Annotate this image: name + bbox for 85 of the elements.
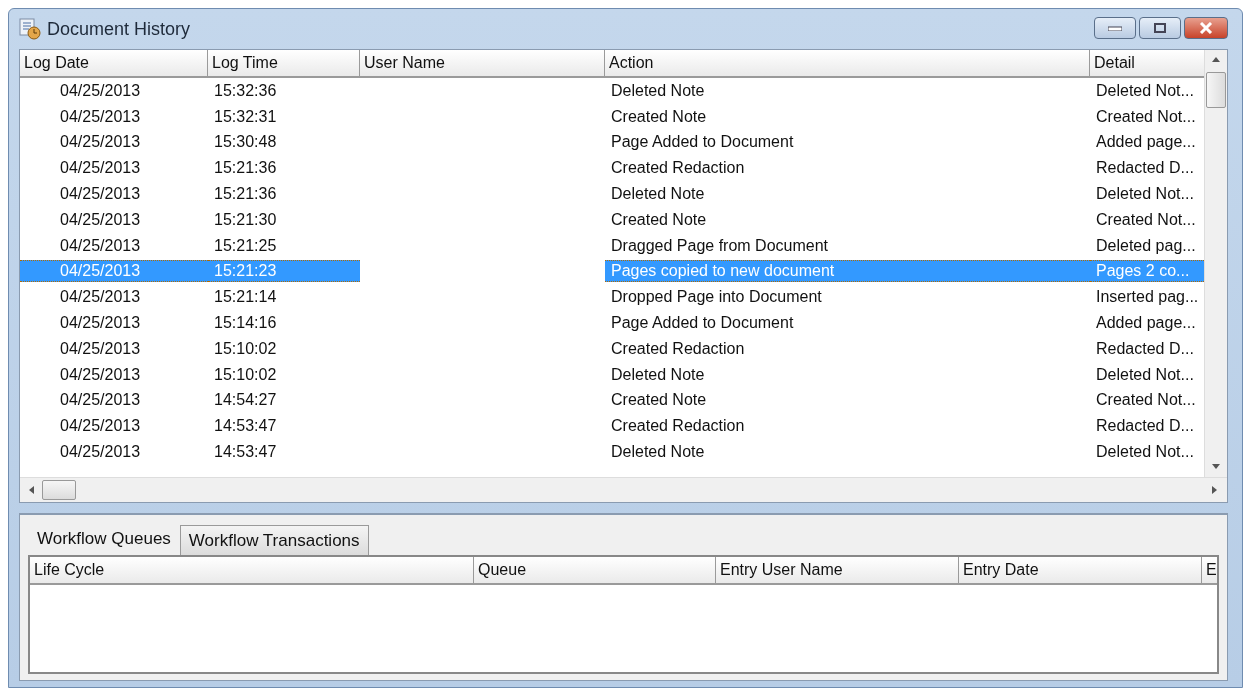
detail-cell-text: Deleted Not... <box>1095 364 1195 385</box>
horizontal-scrollbar[interactable] <box>20 477 1227 502</box>
date-cell-text: 04/25/2013 <box>59 158 142 179</box>
action-cell-text: Dropped Page into Document <box>610 287 823 308</box>
date-cell-text: 04/25/2013 <box>59 390 142 411</box>
document-clock-icon <box>19 18 41 40</box>
date-cell-text: 04/25/2013 <box>59 442 142 463</box>
detail-cell-text: Redacted D... <box>1095 158 1195 179</box>
time-cell-text: 15:14:16 <box>213 313 278 334</box>
action-cell-text: Page Added to Document <box>610 132 795 153</box>
column-header[interactable]: Entry User Name <box>716 557 959 585</box>
column-header[interactable]: Entry Date <box>959 557 1202 585</box>
column-header[interactable]: User Name <box>360 50 605 78</box>
action-cell-text: Dragged Page from Document <box>610 235 829 256</box>
detail-cell-text: Added page... <box>1095 132 1197 153</box>
detail-cell-text: Deleted pag... <box>1095 235 1197 256</box>
date-cell-text: 04/25/2013 <box>59 209 142 230</box>
action-cell-text: Created Note <box>610 106 708 127</box>
action-cell-text: Created Redaction <box>610 158 746 179</box>
column-header[interactable]: Life Cycle <box>30 557 474 585</box>
action-cell-text: Created Redaction <box>610 338 746 359</box>
detail-cell-text: Added page... <box>1095 313 1197 334</box>
detail-cell-text: Redacted D... <box>1095 338 1195 359</box>
detail-cell-text: Deleted Not... <box>1095 80 1195 101</box>
time-cell-text: 15:21:25 <box>213 235 278 256</box>
minimize-icon <box>1108 25 1122 31</box>
scroll-thumb[interactable] <box>1206 72 1226 108</box>
time-cell-text: 15:32:31 <box>213 106 278 127</box>
detail-cell: Pages 2 co... <box>1090 260 1204 283</box>
date-cell-text: 04/25/2013 <box>59 184 142 205</box>
time-cell-text: 14:54:27 <box>213 390 278 411</box>
scroll-down-icon[interactable] <box>1212 463 1220 471</box>
action-cell-text: Page Added to Document <box>610 313 795 334</box>
time-cell-text: 15:10:02 <box>213 338 278 359</box>
column-header[interactable]: Queue <box>474 557 716 585</box>
date-cell-text: 04/25/2013 <box>59 313 142 334</box>
maximize-button[interactable] <box>1139 17 1181 39</box>
time-cell-text: 15:21:30 <box>213 209 278 230</box>
time-cell-text: 15:10:02 <box>213 364 278 385</box>
vertical-scrollbar[interactable] <box>1204 50 1227 477</box>
action-cell-text: Created Note <box>610 209 708 230</box>
detail-cell-text: Created Not... <box>1095 390 1197 411</box>
column-header[interactable]: Log Time <box>208 50 360 78</box>
time-cell: 15:21:23 <box>208 260 360 283</box>
time-cell-text: 15:32:36 <box>213 80 278 101</box>
time-cell-text: 15:21:36 <box>213 184 278 205</box>
detail-cell-text: Inserted pag... <box>1095 287 1200 308</box>
date-cell-text: 04/25/2013 <box>59 416 142 437</box>
action-cell-text: Deleted Note <box>610 442 706 463</box>
time-cell-text: 14:53:47 <box>213 442 278 463</box>
date-cell-text: 04/25/2013 <box>59 364 142 385</box>
date-cell-text: 04/25/2013 <box>59 287 142 308</box>
close-icon <box>1199 22 1213 34</box>
date-cell-text: 04/25/2013 <box>59 338 142 359</box>
scroll-right-icon[interactable] <box>1211 486 1219 494</box>
maximize-icon <box>1154 23 1166 33</box>
minimize-button[interactable] <box>1094 17 1136 39</box>
time-cell-text: 15:21:14 <box>213 287 278 308</box>
scroll-thumb[interactable] <box>42 480 76 500</box>
detail-cell-text: Created Not... <box>1095 106 1197 127</box>
action-cell: Pages copied to new document <box>605 260 1090 283</box>
tab[interactable]: Workflow Transactions <box>179 525 369 555</box>
action-cell-text: Deleted Note <box>610 184 706 205</box>
date-cell-text: 04/25/2013 <box>59 106 142 127</box>
detail-cell-text: Deleted Not... <box>1095 442 1195 463</box>
detail-cell-text: Redacted D... <box>1095 416 1195 437</box>
date-cell-text: 04/25/2013 <box>59 80 142 101</box>
detail-cell-text: Created Not... <box>1095 209 1197 230</box>
time-cell-text: 15:30:48 <box>213 132 278 153</box>
scroll-up-icon[interactable] <box>1212 56 1220 64</box>
time-cell-text: 15:21:36 <box>213 158 278 179</box>
scroll-left-icon[interactable] <box>28 486 36 494</box>
date-cell: 04/25/2013 <box>20 260 208 283</box>
close-button[interactable] <box>1184 17 1228 39</box>
time-cell-text: 14:53:47 <box>213 416 278 437</box>
action-cell-text: Deleted Note <box>610 80 706 101</box>
date-cell-text: 04/25/2013 <box>59 235 142 256</box>
column-header[interactable]: Log Date <box>20 50 208 78</box>
date-cell-text: 04/25/2013 <box>59 132 142 153</box>
column-header[interactable]: Action <box>605 50 1090 78</box>
action-cell-text: Deleted Note <box>610 364 706 385</box>
detail-cell-text: Deleted Not... <box>1095 184 1195 205</box>
action-cell-text: Created Redaction <box>610 416 746 437</box>
action-cell-text: Created Note <box>610 390 708 411</box>
window-title: Document History <box>47 18 192 40</box>
